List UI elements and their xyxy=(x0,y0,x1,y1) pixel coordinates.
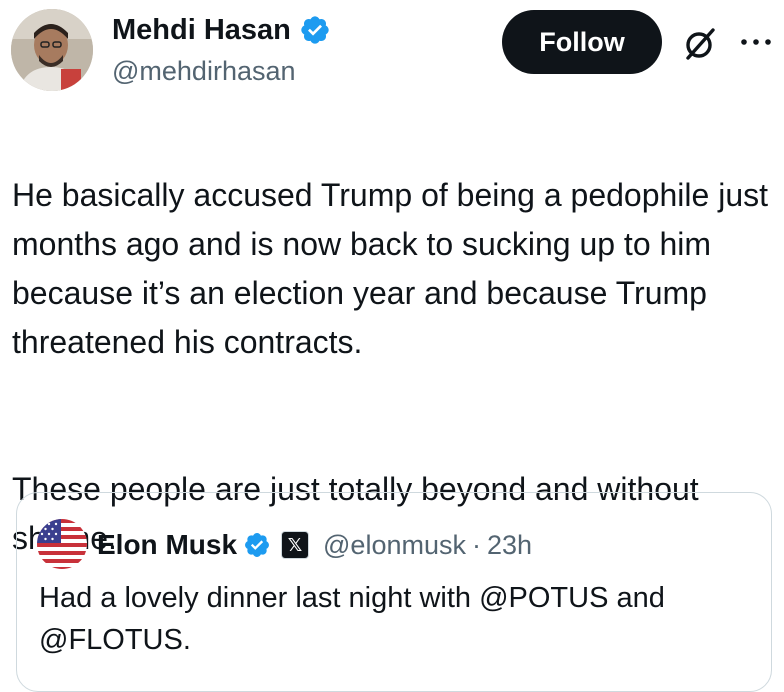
more-options-icon[interactable] xyxy=(736,30,776,54)
meta-separator: · xyxy=(471,529,481,560)
quoted-author-avatar[interactable] xyxy=(37,519,87,569)
quoted-tweet-card[interactable]: Elon Musk 𝕏 @elonmusk · 23h Had a lovely… xyxy=(16,492,772,692)
follow-button[interactable]: Follow xyxy=(502,10,662,74)
tweet-header: Mehdi Hasan @mehdirhasan Follow xyxy=(0,0,784,100)
verified-badge-icon[interactable] xyxy=(299,14,331,46)
grok-icon[interactable] xyxy=(680,24,720,64)
author-name-row: Mehdi Hasan xyxy=(112,10,331,50)
quoted-handle[interactable]: @elonmusk xyxy=(323,530,466,561)
author-handle[interactable]: @mehdirhasan xyxy=(112,52,296,90)
x-affiliate-badge-icon[interactable]: 𝕏 xyxy=(281,531,310,559)
avatar-photo xyxy=(11,9,93,91)
tweet-paragraph: He basically accused Trump of being a pe… xyxy=(12,177,768,360)
verified-badge-icon[interactable] xyxy=(243,531,271,559)
quoted-timestamp[interactable]: 23h xyxy=(487,530,532,561)
quoted-author-row: Elon Musk 𝕏 @elonmusk · 23h xyxy=(97,525,532,565)
us-flag-avatar-icon xyxy=(37,519,87,569)
quoted-tweet-text: Had a lovely dinner last night with @POT… xyxy=(39,582,665,656)
quoted-display-name[interactable]: Elon Musk xyxy=(97,525,237,565)
author-avatar[interactable] xyxy=(11,9,93,91)
author-display-name[interactable]: Mehdi Hasan xyxy=(112,10,291,50)
